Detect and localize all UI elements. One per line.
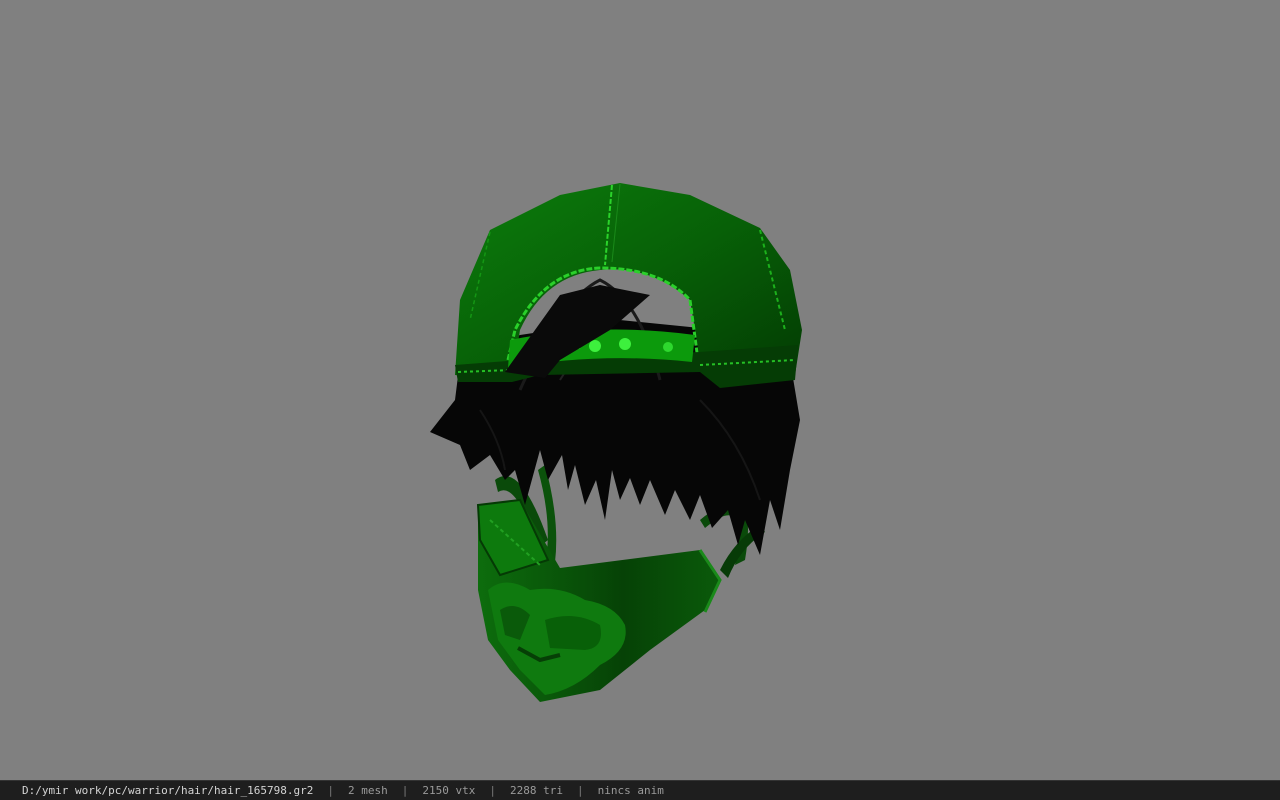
- anim-status-label: nincs anim: [597, 784, 664, 797]
- status-bar: D:/ymir work/pc/warrior/hair/hair_165798…: [0, 780, 1280, 800]
- status-separator: |: [489, 784, 497, 797]
- file-path-label: D:/ymir work/pc/warrior/hair/hair_165798…: [22, 784, 314, 797]
- status-separator: |: [401, 784, 409, 797]
- face-mask: [476, 498, 722, 702]
- mesh-count-label: 2 mesh: [348, 784, 388, 797]
- hair-model-render: [430, 183, 802, 702]
- status-separator: |: [577, 784, 584, 797]
- baseball-cap: [455, 183, 802, 388]
- triangle-count-label: 2288 tri: [510, 784, 563, 797]
- 3d-viewport[interactable]: [0, 0, 1280, 780]
- vertex-count-label: 2150 vtx: [422, 784, 476, 797]
- status-separator: |: [327, 784, 335, 797]
